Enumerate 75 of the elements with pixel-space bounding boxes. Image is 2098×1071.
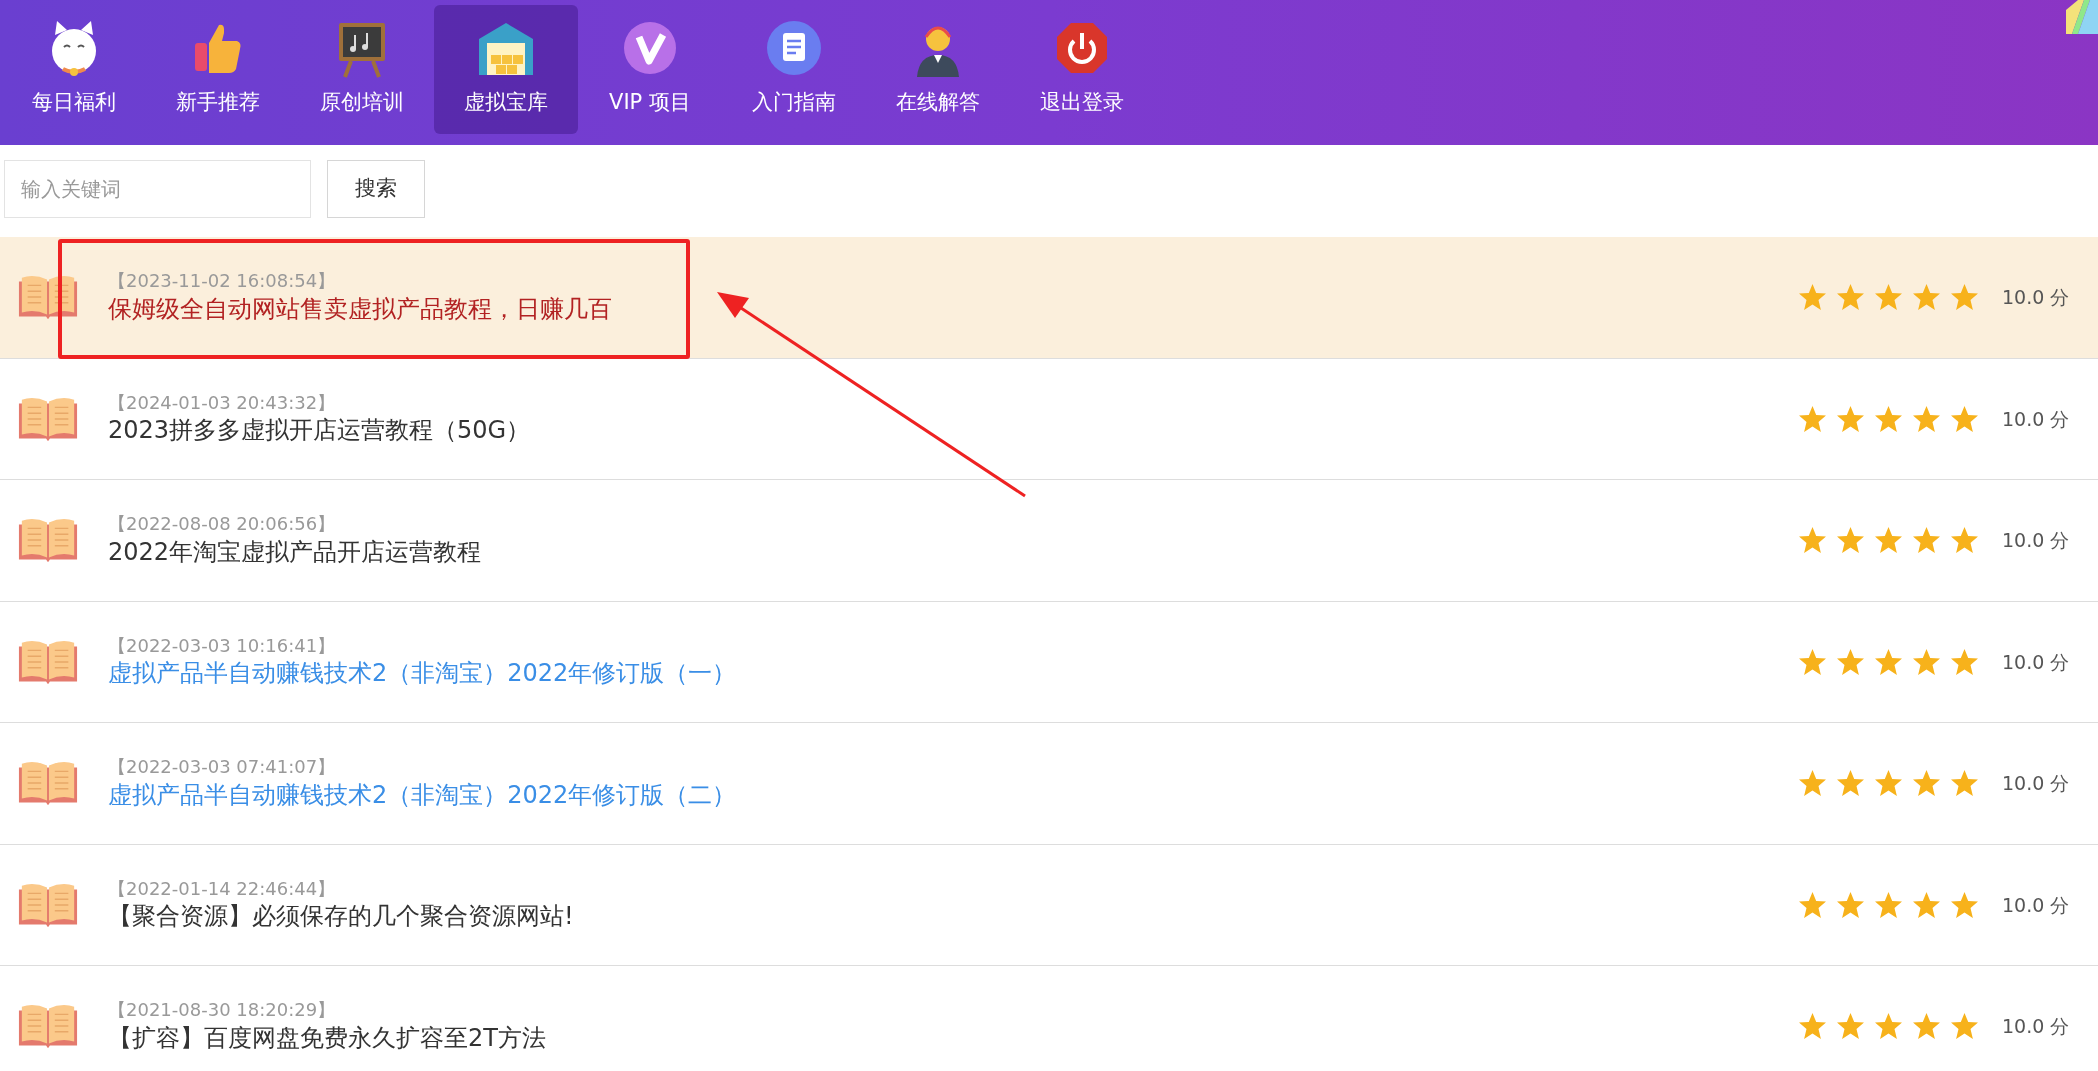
star-icon xyxy=(1912,526,1941,555)
date-text: 【2023-11-02 16:08:54】 xyxy=(108,269,337,293)
score-text: 10.0 分 xyxy=(2002,649,2071,675)
score-text: 10.0 分 xyxy=(2002,1014,2071,1039)
star-icon xyxy=(1874,526,1903,555)
list-row[interactable]: 【2022-03-03 07:41:07】 虚拟产品半自动赚钱技术2（非淘宝）2022年修订版（二） 10.0 分 xyxy=(0,723,2098,845)
list-row[interactable]: 【2022-01-14 22:46:44】 【聚合资源】必须保存的几个聚合资源网站! 10.0 分 xyxy=(0,844,2098,966)
star-icon xyxy=(1874,404,1903,433)
nav-tab[interactable]: VIP 项目 xyxy=(578,5,722,134)
nav-tab[interactable]: 新手推荐 xyxy=(146,5,290,134)
star-icon xyxy=(1950,404,1979,433)
book-icon xyxy=(17,1002,79,1051)
star-icon xyxy=(1912,769,1941,798)
star-icon xyxy=(1874,890,1903,919)
star-icon xyxy=(1798,647,1827,676)
score-text: 10.0 分 xyxy=(2002,528,2071,553)
star-icon xyxy=(1798,1012,1827,1041)
star-icon xyxy=(1798,283,1827,312)
star-icon xyxy=(1950,769,1979,798)
nav-tab[interactable]: 入门指南 xyxy=(722,5,866,134)
list-row[interactable]: 【2021-08-30 18:20:29】 【扩容】百度网盘免费永久扩容至2T方法 10.0 分 xyxy=(0,966,2098,1071)
star-icon xyxy=(1836,283,1865,312)
star-icon xyxy=(1912,647,1941,676)
star-icon xyxy=(1874,647,1903,676)
date-text: 【2022-03-03 10:16:41】 xyxy=(108,633,337,658)
book-icon xyxy=(17,759,79,808)
score-text: 10.0 分 xyxy=(2002,406,2071,432)
score-text: 10.0 分 xyxy=(2002,892,2071,918)
star-icon xyxy=(1912,1012,1941,1041)
star-icon xyxy=(1950,1012,1979,1041)
item-title-link[interactable]: 【聚合资源】必须保存的几个聚合资源网站! xyxy=(108,900,574,933)
nav-tab[interactable]: 虚拟宝库 xyxy=(434,5,578,134)
star-icon xyxy=(1798,404,1827,433)
list-row[interactable]: 【2023-11-02 16:08:54】 保姆级全自动网站售卖虚拟产品教程，日赚几百 10.0 分 xyxy=(0,237,2098,359)
star-icon xyxy=(1836,526,1865,555)
list-row[interactable]: 【2024-01-03 20:43:32】 2023拼多多虚拟开店运营教程（50G） 10.0 分 xyxy=(0,358,2098,480)
star-icon xyxy=(1912,890,1941,919)
search-button[interactable]: 搜索 xyxy=(327,160,425,218)
book-icon xyxy=(17,516,79,565)
score-text: 10.0 分 xyxy=(2002,771,2071,796)
date-text: 【2024-01-03 20:43:32】 xyxy=(108,390,337,415)
item-title-link[interactable]: 2023拼多多虚拟开店运营教程（50G） xyxy=(108,414,531,447)
star-icon xyxy=(1912,404,1941,433)
star-icon xyxy=(1874,769,1903,798)
star-icon xyxy=(1798,526,1827,555)
star-icon xyxy=(1950,890,1979,919)
date-text: 【2021-08-30 18:20:29】 xyxy=(108,998,337,1022)
star-icon xyxy=(1950,526,1979,555)
date-text: 【2022-01-14 22:46:44】 xyxy=(108,876,337,901)
book-icon xyxy=(17,273,79,322)
item-title-link[interactable]: 【扩容】百度网盘免费永久扩容至2T方法 xyxy=(108,1021,546,1055)
search-field[interactable]: 输入关键词 xyxy=(4,160,311,218)
nav-tab[interactable]: 退出登录 xyxy=(1010,5,1154,134)
star-icon xyxy=(1798,890,1827,919)
list-row[interactable]: 【2022-08-08 20:06:56】 2022年淘宝虚拟产品开店运营教程 10.0 分 xyxy=(0,480,2098,602)
star-icon xyxy=(1836,769,1865,798)
star-icon xyxy=(1836,404,1865,433)
date-text: 【2022-08-08 20:06:56】 xyxy=(108,512,337,536)
score-text: 10.0 分 xyxy=(2002,285,2071,310)
list-row[interactable]: 【2022-03-03 10:16:41】 虚拟产品半自动赚钱技术2（非淘宝）2022年修订版（一） 10.0 分 xyxy=(0,601,2098,723)
star-icon xyxy=(1950,283,1979,312)
star-icon xyxy=(1874,283,1903,312)
star-icon xyxy=(1798,769,1827,798)
star-icon xyxy=(1836,890,1865,919)
star-icon xyxy=(1874,1012,1903,1041)
star-icon xyxy=(1836,647,1865,676)
star-icon xyxy=(1912,283,1941,312)
nav-tab[interactable]: 在线解答 xyxy=(866,5,1010,134)
item-title-link[interactable]: 保姆级全自动网站售卖虚拟产品教程，日赚几百 xyxy=(108,292,612,326)
nav-tab[interactable]: 原创培训 xyxy=(290,5,434,134)
item-title-link[interactable]: 2022年淘宝虚拟产品开店运营教程 xyxy=(108,535,482,569)
star-icon xyxy=(1950,647,1979,676)
star-icon xyxy=(1836,1012,1865,1041)
nav-tab[interactable]: 每日福利 xyxy=(2,5,146,134)
date-text: 【2022-03-03 07:41:07】 xyxy=(108,755,337,779)
